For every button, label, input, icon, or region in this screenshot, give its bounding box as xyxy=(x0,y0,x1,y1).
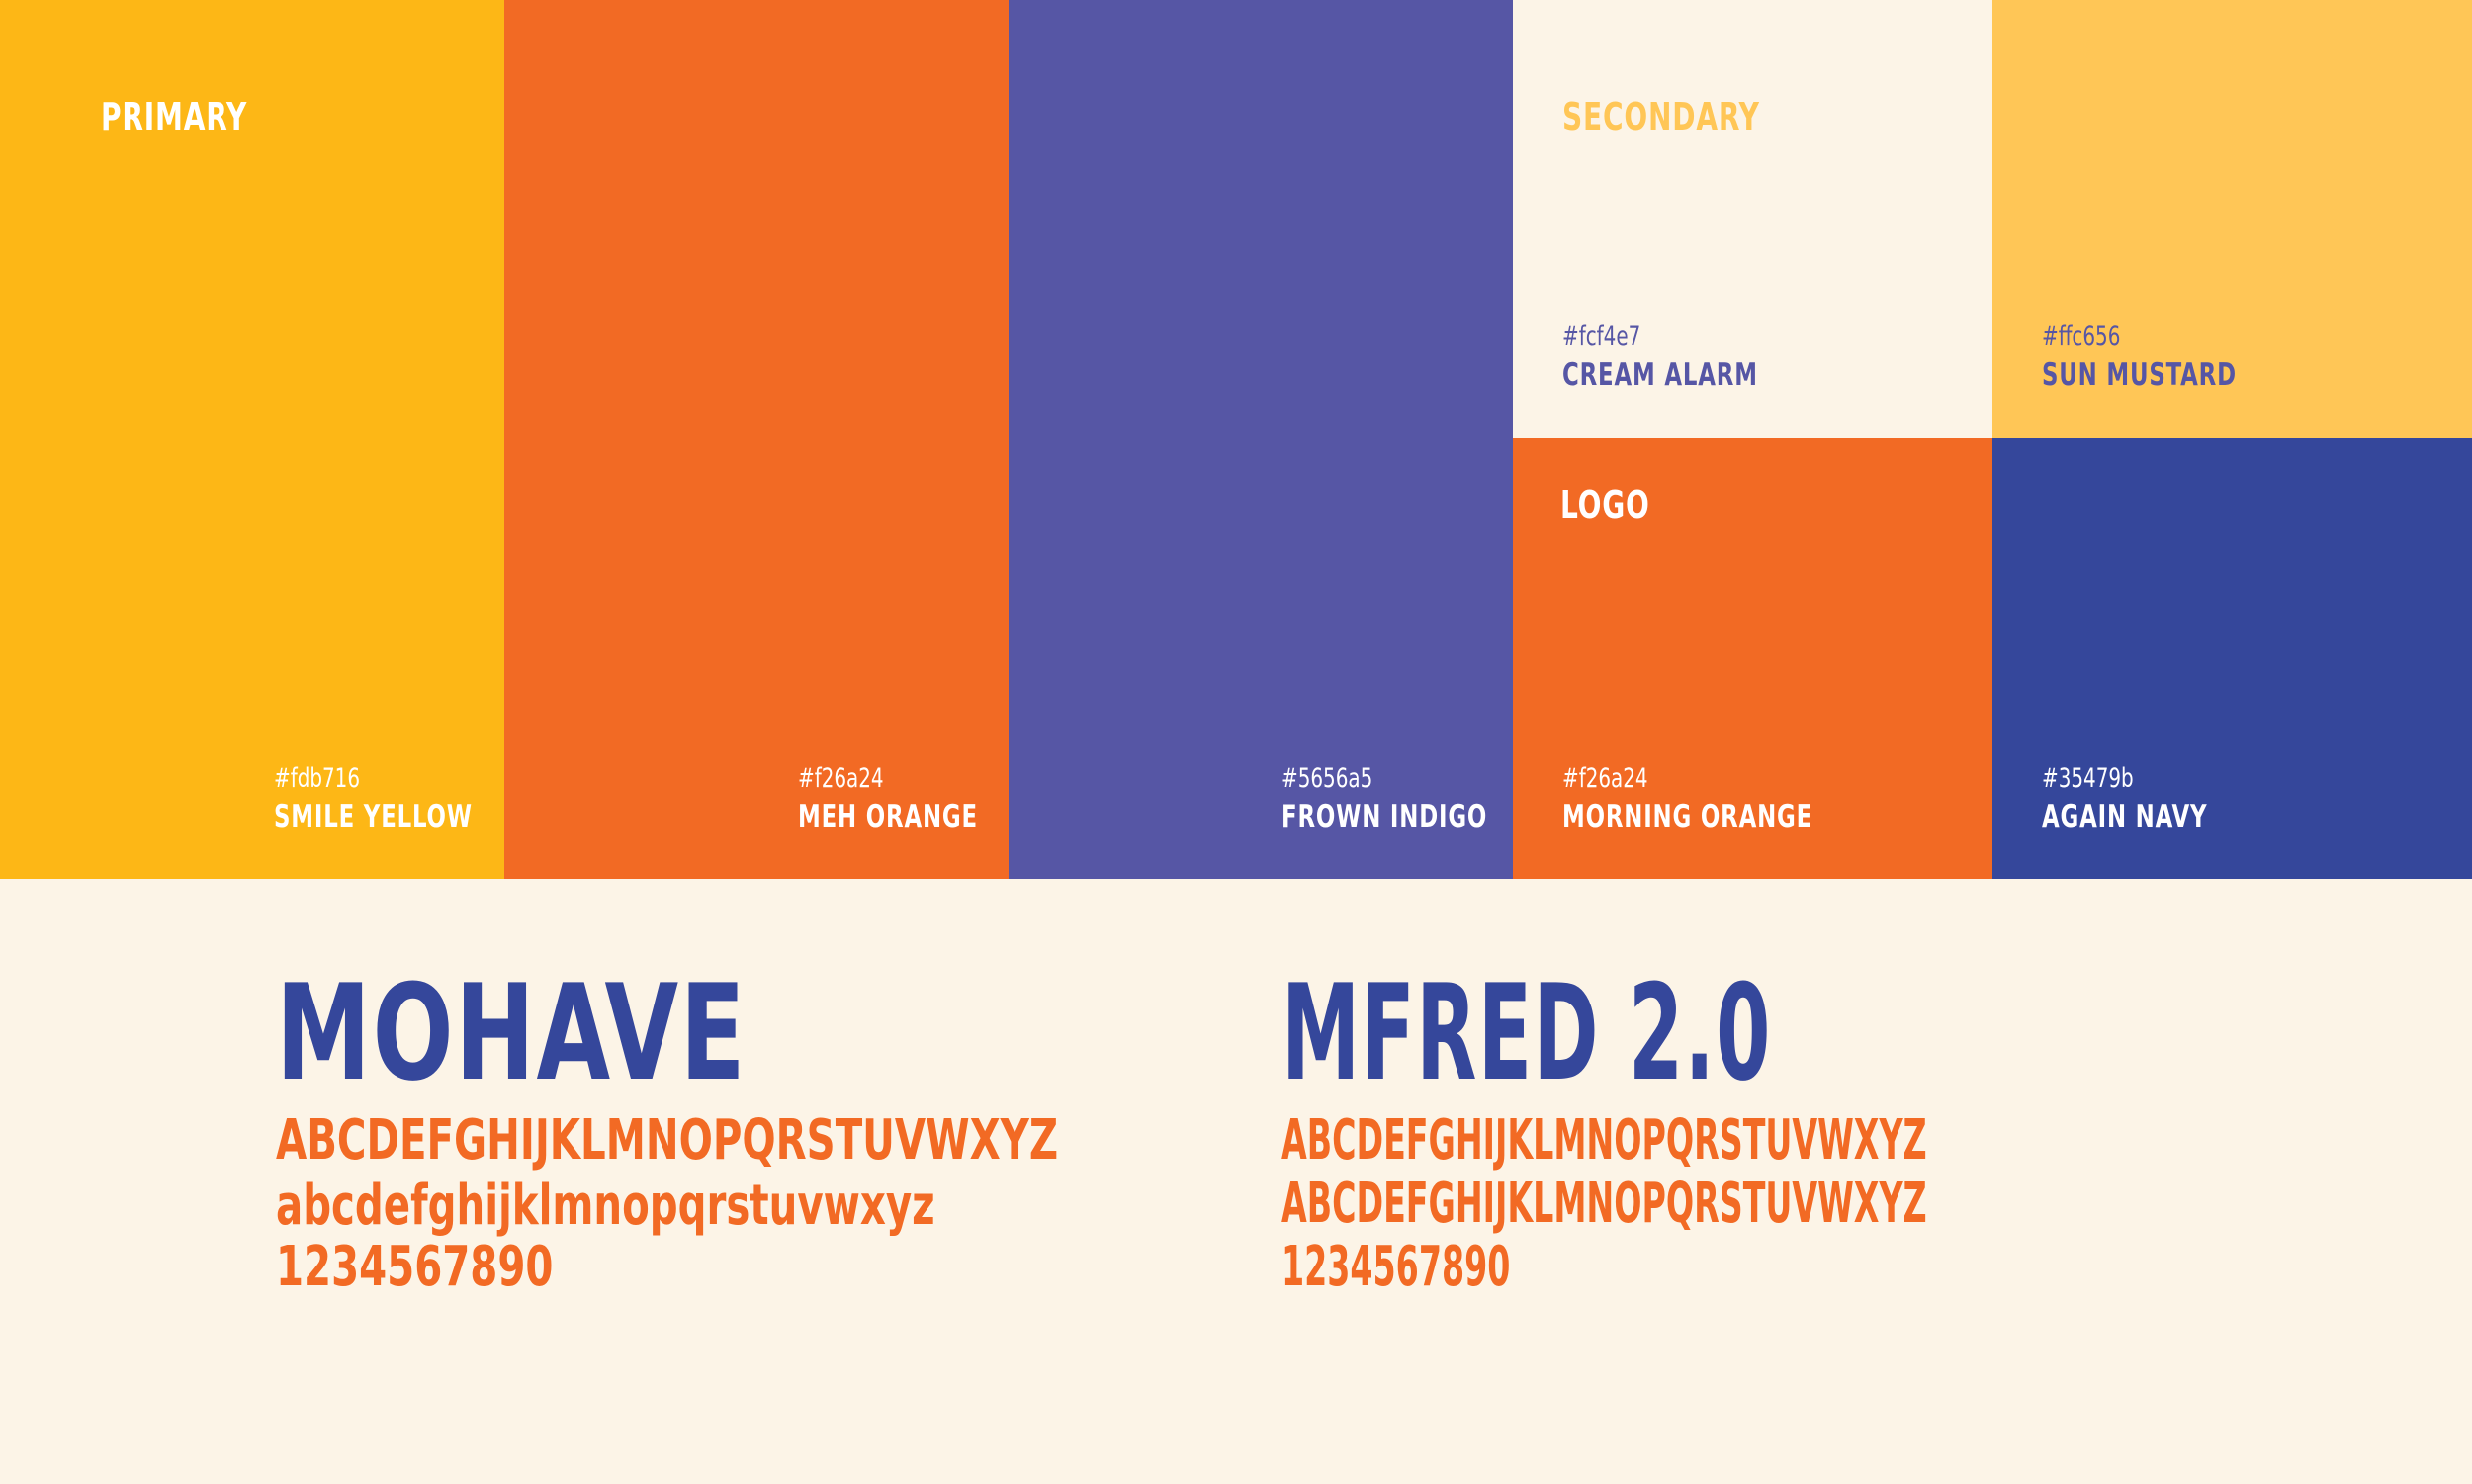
swatch-hex: #fcf4e7 xyxy=(1562,321,1641,352)
font-sample-digits: 1234567890 xyxy=(276,1235,554,1299)
swatch-name: MEH ORANGE xyxy=(798,799,978,834)
swatch-name: CREAM ALARM xyxy=(1562,357,1758,393)
font-sample-lowercase: abcdefghijklmnopqrstuvwxyz xyxy=(276,1174,935,1238)
font-sample-uppercase: ABCDEFGHIJKLMNOPQRSTUVWXYZ xyxy=(276,1108,1059,1173)
swatch-cream-alarm: SECONDARY #fcf4e7 CREAM ALARM xyxy=(1513,0,1992,438)
swatch-name: FROWN INDIGO xyxy=(1281,799,1488,834)
swatch-meh-orange: #f26a24 MEH ORANGE xyxy=(504,0,1009,879)
swatch-name: SUN MUSTARD xyxy=(2042,357,2237,393)
swatch-frown-indigo: #5656a5 FROWN INDIGO xyxy=(1009,0,1513,879)
swatch-hex: #ffc656 xyxy=(2042,321,2121,352)
brand-style-sheet: PRIMARY #fdb716 SMILE YELLOW #f26a24 MEH… xyxy=(0,0,2472,1484)
secondary-label: SECONDARY xyxy=(1562,95,1760,138)
swatch-name: MORNING ORANGE xyxy=(1562,799,1813,834)
font-sample-digits: 1234567890 xyxy=(1281,1235,1511,1299)
font-sample-lowercase: ABCDEFGHIJKLMNOPQRSTUVWXYZ xyxy=(1281,1172,1927,1236)
swatch-hex: #35479b xyxy=(2042,763,2134,794)
swatch-smile-yellow: PRIMARY #fdb716 SMILE YELLOW xyxy=(0,0,504,879)
swatch-hex: #fdb716 xyxy=(274,763,361,794)
primary-label: PRIMARY xyxy=(101,95,248,138)
font-sample-uppercase: ABCDEFGHIJKLMNOPQRSTUVWXYZ xyxy=(1281,1108,1927,1173)
logo-label: LOGO xyxy=(1560,483,1650,527)
swatch-hex: #5656a5 xyxy=(1281,763,1373,794)
font-name-mfred: MFRED 2.0 xyxy=(1281,956,1772,1110)
swatch-sun-mustard: #ffc656 SUN MUSTARD xyxy=(1992,0,2472,438)
swatch-morning-orange: LOGO #f26a24 MORNING ORANGE xyxy=(1513,438,1992,879)
font-name-mohave: MOHAVE xyxy=(276,956,748,1110)
swatch-hex: #f26a24 xyxy=(798,763,884,794)
swatch-again-navy: #35479b AGAIN NAVY xyxy=(1992,438,2472,879)
swatch-hex: #f26a24 xyxy=(1562,763,1648,794)
swatch-name: SMILE YELLOW xyxy=(274,799,473,834)
swatch-name: AGAIN NAVY xyxy=(2042,799,2208,834)
